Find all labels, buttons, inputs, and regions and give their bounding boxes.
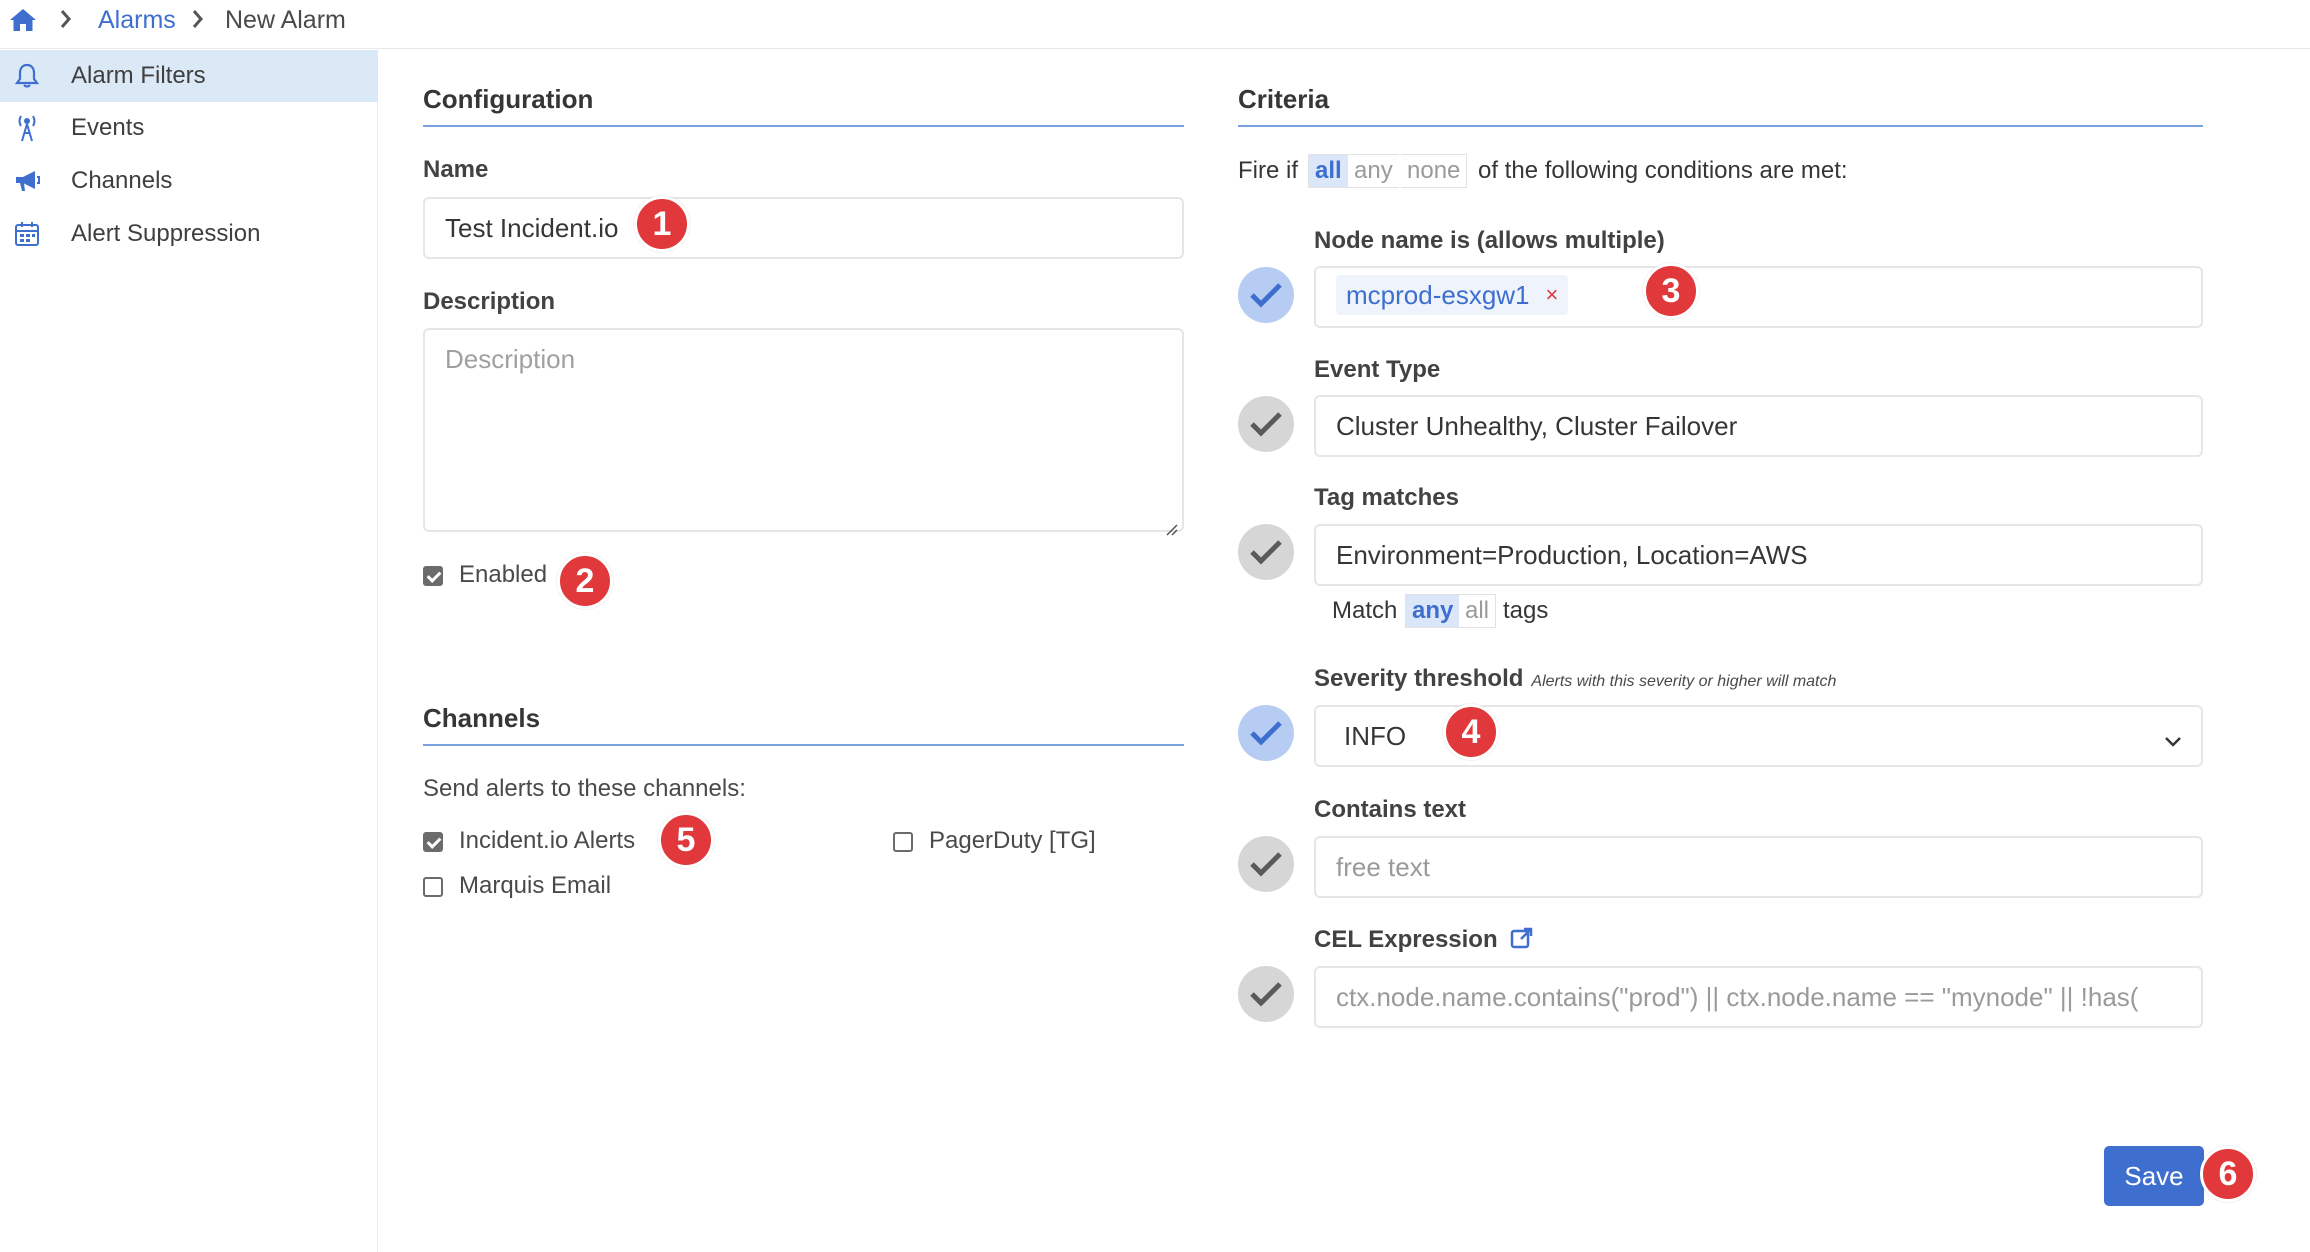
channels-divider bbox=[423, 744, 1184, 746]
fire-if-prefix: Fire if bbox=[1238, 157, 1298, 184]
channel-marquis-email-checkbox[interactable] bbox=[423, 877, 443, 897]
checkmark-icon bbox=[1250, 721, 1282, 746]
checkmark-icon bbox=[1250, 540, 1282, 565]
megaphone-icon bbox=[12, 166, 42, 196]
name-input[interactable]: Test Incident.io bbox=[423, 197, 1184, 259]
tag-match-any[interactable]: any bbox=[1405, 594, 1460, 628]
tag-remove-icon[interactable]: × bbox=[1546, 282, 1559, 308]
node-name-toggle[interactable] bbox=[1238, 267, 1294, 323]
sidebar-item-label: Events bbox=[71, 114, 145, 141]
checkmark-icon bbox=[1250, 982, 1282, 1007]
breadcrumb-current: New Alarm bbox=[225, 6, 346, 34]
sidebar-item-alert-suppression[interactable]: Alert Suppression bbox=[0, 208, 378, 260]
severity-toggle[interactable] bbox=[1238, 705, 1294, 761]
save-button[interactable]: Save bbox=[2104, 1146, 2204, 1206]
chevron-down-icon bbox=[2163, 725, 2183, 747]
tag-label: mcprod-esxgw1 bbox=[1346, 279, 1530, 310]
fire-mode-all[interactable]: all bbox=[1308, 154, 1348, 188]
contains-text-toggle[interactable] bbox=[1238, 836, 1294, 892]
chevron-right-icon bbox=[56, 6, 76, 32]
breadcrumb-alarms[interactable]: Alarms bbox=[98, 4, 176, 36]
external-link-icon[interactable] bbox=[1510, 926, 1534, 957]
configuration-divider bbox=[423, 125, 1184, 127]
channels-prompt: Send alerts to these channels: bbox=[423, 775, 746, 802]
tag-match-suffix: tags bbox=[1503, 597, 1549, 624]
criteria-divider bbox=[1238, 125, 2203, 127]
event-type-input[interactable]: Cluster Unhealthy, Cluster Failover bbox=[1314, 395, 2203, 457]
tag-matches-label: Tag matches bbox=[1314, 484, 1459, 511]
sidebar-item-channels[interactable]: Channels bbox=[0, 155, 378, 207]
chevron-right-icon bbox=[188, 6, 208, 32]
checkmark-icon bbox=[1250, 852, 1282, 877]
channel-pagerduty-checkbox[interactable] bbox=[893, 832, 913, 852]
tag-match-prefix: Match bbox=[1332, 597, 1398, 624]
cel-expression-label: CEL Expression bbox=[1314, 926, 1534, 957]
sidebar-item-label: Alert Suppression bbox=[71, 220, 261, 247]
contains-text-input[interactable]: free text bbox=[1314, 836, 2203, 898]
marker-2: 2 bbox=[557, 553, 613, 609]
tag-matches-input[interactable]: Environment=Production, Location=AWS bbox=[1314, 524, 2203, 586]
bell-icon bbox=[12, 61, 42, 91]
event-type-toggle[interactable] bbox=[1238, 396, 1294, 452]
marker-6: 6 bbox=[2200, 1146, 2256, 1202]
sidebar-item-events[interactable]: Events bbox=[0, 102, 378, 154]
configuration-title: Configuration bbox=[423, 84, 594, 114]
event-type-label: Event Type bbox=[1314, 356, 1441, 383]
home-icon[interactable] bbox=[8, 6, 38, 34]
enabled-label: Enabled bbox=[459, 561, 548, 588]
channel-incident-io-label[interactable]: Incident.io Alerts bbox=[459, 827, 635, 855]
description-placeholder: Description bbox=[445, 344, 576, 374]
criteria-title: Criteria bbox=[1238, 84, 1330, 114]
breadcrumb: Alarms New Alarm bbox=[0, 0, 2310, 49]
name-label: Name bbox=[423, 156, 489, 183]
fire-if-suffix: of the following conditions are met: bbox=[1478, 157, 1848, 184]
cel-expression-toggle[interactable] bbox=[1238, 966, 1294, 1022]
calendar-icon bbox=[12, 219, 42, 249]
description-textarea[interactable]: Description bbox=[423, 328, 1184, 536]
antenna-icon bbox=[12, 113, 42, 143]
channels-title: Channels bbox=[423, 703, 541, 733]
node-name-label: Node name is (allows multiple) bbox=[1314, 227, 1665, 254]
tag-match-all[interactable]: all bbox=[1459, 594, 1497, 628]
description-label: Description bbox=[423, 288, 556, 315]
marker-3: 3 bbox=[1643, 263, 1699, 319]
fire-mode-any[interactable]: any bbox=[1348, 154, 1399, 188]
severity-value: INFO bbox=[1344, 720, 1407, 751]
channel-marquis-email-label[interactable]: Marquis Email bbox=[459, 872, 611, 900]
fire-mode-none[interactable]: none bbox=[1401, 154, 1468, 188]
resize-handle-icon[interactable] bbox=[1164, 512, 1178, 536]
node-name-tag: mcprod-esxgw1 × bbox=[1336, 275, 1569, 315]
sidebar-item-label: Channels bbox=[71, 167, 173, 194]
sidebar-item-label: Alarm Filters bbox=[71, 62, 206, 89]
severity-label-text: Severity threshold bbox=[1314, 665, 1524, 692]
checkmark-icon bbox=[1250, 412, 1282, 437]
sidebar-item-alarm-filters[interactable]: Alarm Filters bbox=[0, 50, 378, 102]
tag-matches-toggle[interactable] bbox=[1238, 524, 1294, 580]
cel-expression-input[interactable]: ctx.node.name.contains("prod") || ctx.no… bbox=[1314, 966, 2203, 1028]
marker-4: 4 bbox=[1443, 704, 1499, 760]
checkmark-icon bbox=[1250, 283, 1282, 308]
marker-5: 5 bbox=[658, 812, 714, 868]
enabled-checkbox[interactable] bbox=[423, 566, 443, 586]
sidebar: Alarm Filters Events Channels Alert Supp… bbox=[0, 50, 378, 1252]
severity-label: Severity threshold Alerts with this sever… bbox=[1314, 665, 1836, 693]
severity-hint: Alerts with this severity or higher will… bbox=[1531, 673, 1837, 690]
marker-1: 1 bbox=[634, 196, 690, 252]
contains-text-label: Contains text bbox=[1314, 796, 1467, 823]
channel-pagerduty-label[interactable]: PagerDuty [TG] bbox=[929, 827, 1096, 855]
channel-incident-io-checkbox[interactable] bbox=[423, 832, 443, 852]
cel-expression-label-text: CEL Expression bbox=[1314, 926, 1498, 953]
